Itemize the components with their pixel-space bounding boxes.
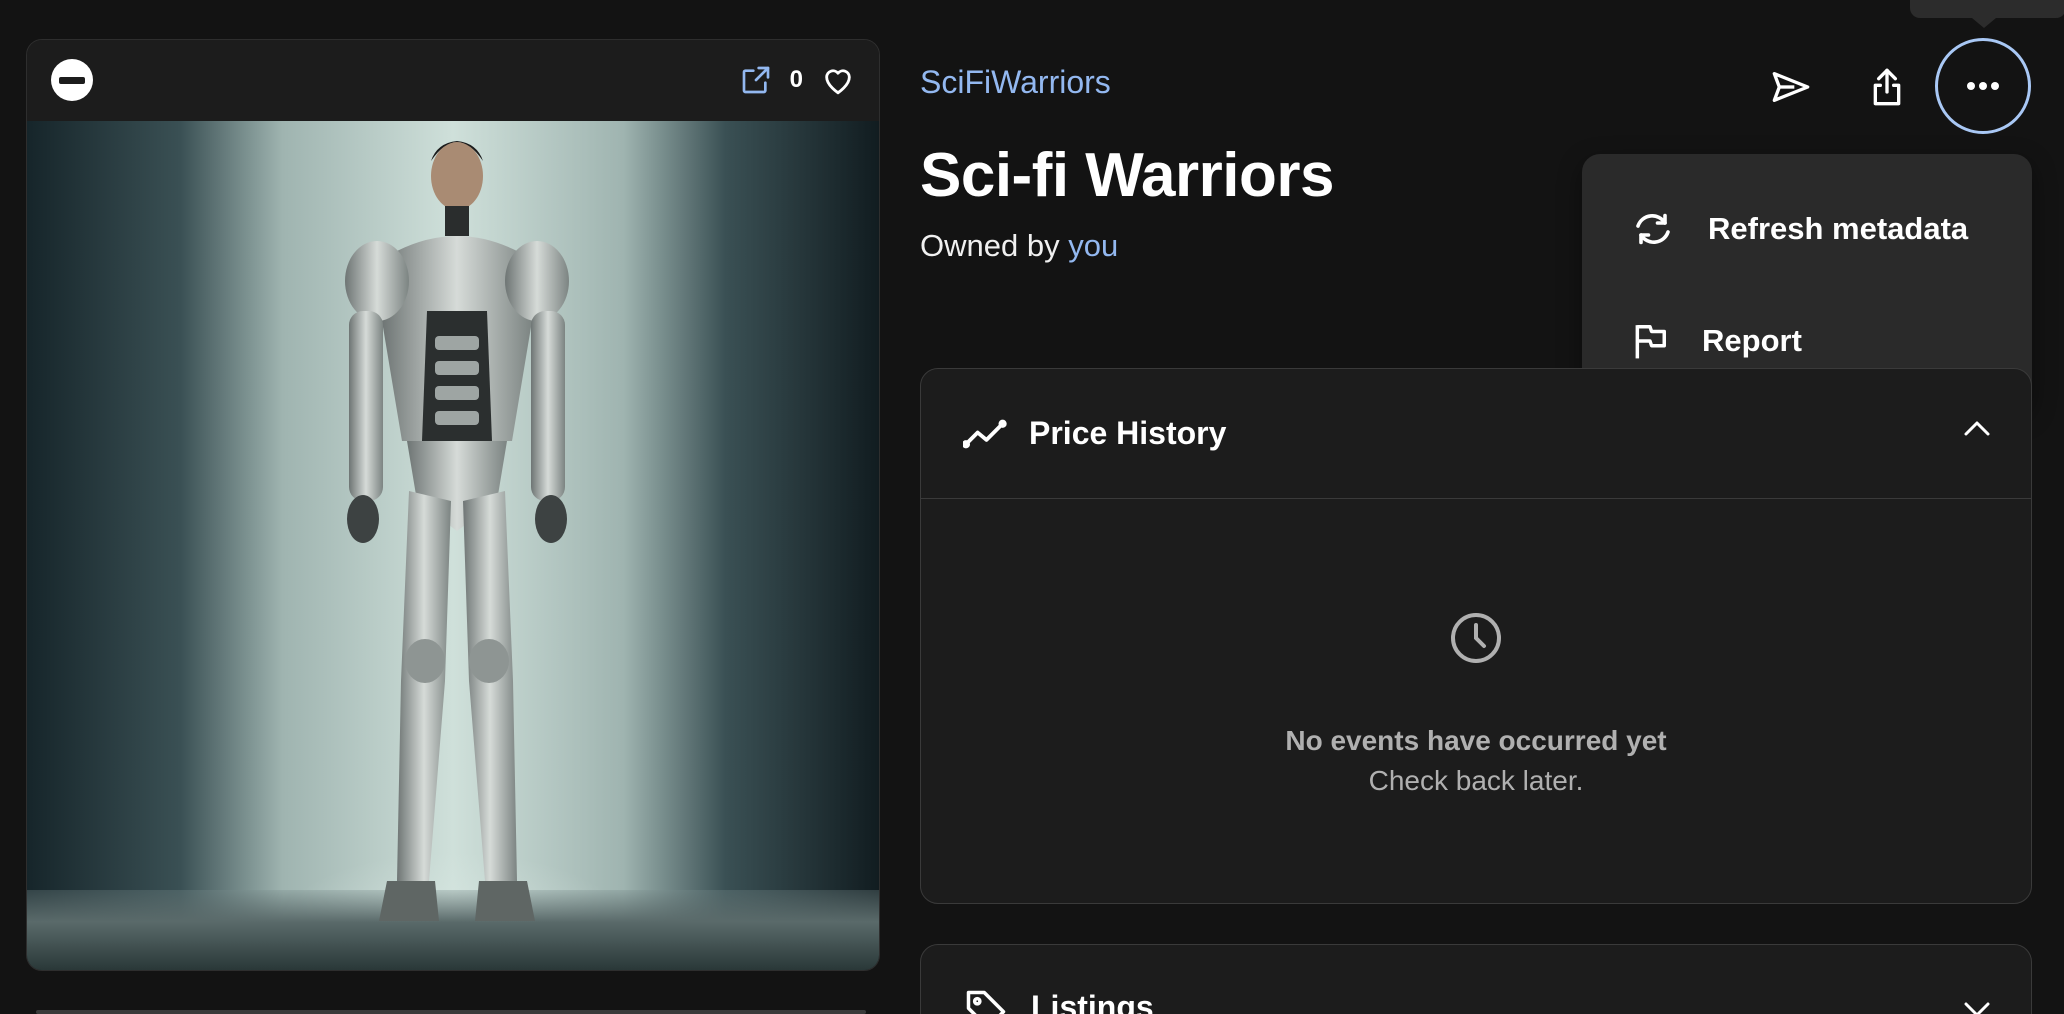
nft-image[interactable]: [27, 121, 879, 970]
external-link-icon[interactable]: [740, 64, 772, 96]
collection-link[interactable]: SciFiWarriors: [920, 64, 1111, 101]
nft-item-page: 0 SciFiWarriors Sci-fi Warriors Owned by…: [0, 0, 2064, 1014]
menu-item-refresh-metadata[interactable]: Refresh metadata: [1582, 174, 2032, 284]
listings-title: Listings: [1031, 989, 1154, 1014]
trend-icon: [963, 419, 1007, 448]
like-count: 0: [789, 66, 803, 93]
flag-icon: [1635, 325, 1666, 359]
tooltip: [1910, 0, 2064, 28]
price-history-header[interactable]: Price History: [921, 369, 2031, 499]
card-header: 0: [27, 40, 879, 120]
chevron-down-icon[interactable]: [1963, 1001, 1991, 1014]
more-icon: [1967, 82, 1999, 90]
owned-by-label: Owned by: [920, 228, 1060, 263]
owner-link[interactable]: you: [1068, 228, 1118, 263]
menu-item-label: Refresh metadata: [1708, 211, 1969, 246]
below-card-divider: [36, 1010, 866, 1014]
transfer-button[interactable]: [1746, 42, 1836, 132]
price-history-body: No events have occurred yet Check back l…: [921, 499, 2031, 904]
tag-icon: [966, 990, 1006, 1014]
card-header-actions: 0: [740, 64, 855, 96]
price-history-panel: Price History No events have occurred ye…: [920, 368, 2032, 904]
empty-state-subtitle: Check back later.: [1368, 765, 1584, 796]
refresh-icon: [1636, 213, 1670, 245]
chevron-up-icon[interactable]: [1963, 419, 1991, 437]
empty-state-title: No events have occurred yet: [1285, 725, 1667, 756]
share-button[interactable]: [1842, 42, 1932, 132]
price-history-title: Price History: [1029, 415, 1227, 451]
owned-by: Owned by you: [920, 228, 1118, 264]
nft-card: 0: [26, 39, 880, 971]
more-options-button[interactable]: [1935, 38, 2031, 134]
menu-item-label: Report: [1702, 323, 1802, 358]
listings-panel[interactable]: Listings: [920, 944, 2032, 1014]
send-icon: [1772, 71, 1810, 102]
chain-icon[interactable]: [51, 59, 93, 101]
robot-figure: [345, 141, 569, 921]
item-title: Sci-fi Warriors: [920, 141, 1334, 210]
share-icon: [1873, 68, 1901, 106]
heart-icon[interactable]: [821, 64, 855, 96]
clock-icon: [1451, 613, 1501, 663]
